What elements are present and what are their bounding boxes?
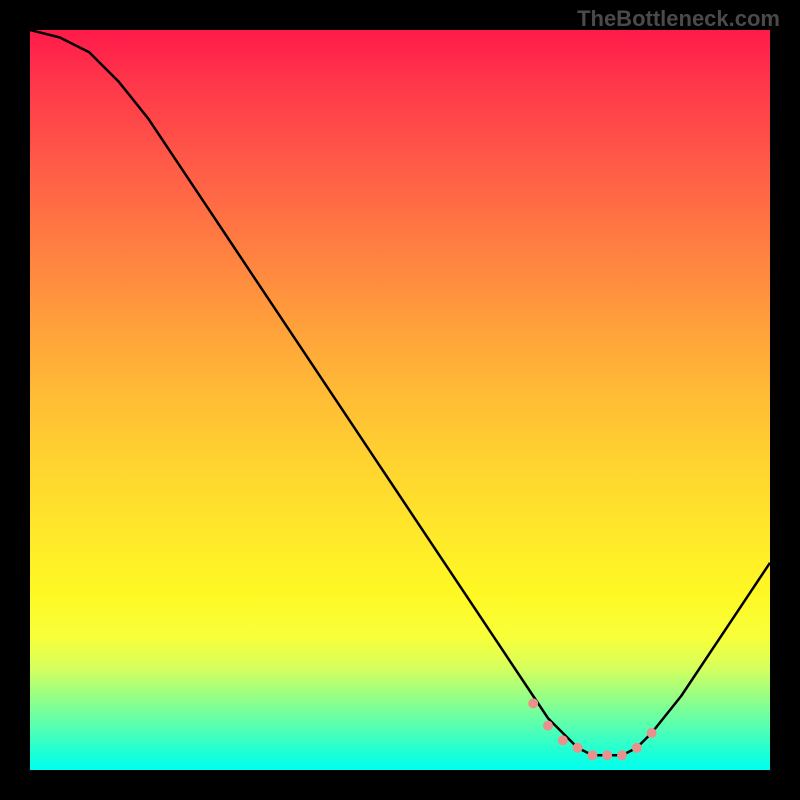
bottleneck-curve: [30, 30, 770, 755]
highlight-markers: [528, 698, 656, 760]
marker-dot: [587, 750, 597, 760]
marker-dot: [573, 743, 583, 753]
marker-dot: [647, 728, 657, 738]
watermark-text: TheBottleneck.com: [577, 6, 780, 32]
marker-dot: [528, 698, 538, 708]
marker-dot: [558, 735, 568, 745]
curve-svg: [30, 30, 770, 770]
marker-dot: [617, 750, 627, 760]
marker-dot: [632, 743, 642, 753]
marker-dot: [543, 721, 553, 731]
plot-area: [30, 30, 770, 770]
marker-dot: [602, 750, 612, 760]
